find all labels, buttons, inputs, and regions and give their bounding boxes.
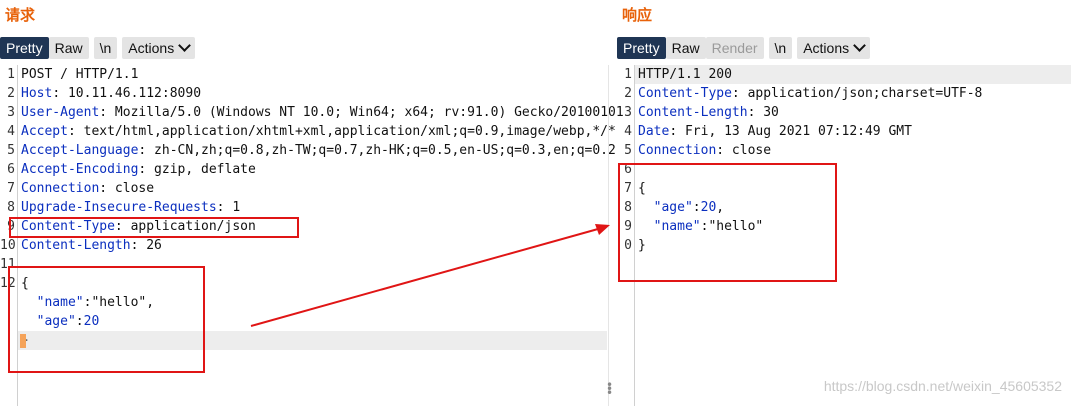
response-actions-label: Actions — [803, 40, 850, 56]
line-number: 3 — [624, 105, 632, 120]
code-line: 5 Accept-Language: zh-CN,zh;q=0.8,zh-TW;q… — [0, 141, 616, 160]
response-tab-pretty[interactable]: Pretty — [617, 37, 666, 59]
code-line: 2 Content-Type: application/json;charset=… — [617, 84, 1071, 103]
line-content: User-Agent: Mozilla/5.0 (Windows NT 10.0… — [21, 103, 624, 122]
line-content: Upgrade-Insecure-Requests: 1 — [21, 198, 240, 217]
header-name: User-Agent — [21, 105, 100, 120]
line-text: : Mozilla/5.0 (Windows NT 10.0; Win64; x… — [99, 105, 624, 120]
line-content: Content-Length: 30 — [638, 103, 779, 122]
line-number: 2 — [624, 86, 632, 101]
line-number: 10 — [0, 238, 16, 253]
line-content: Connection: close — [21, 179, 154, 198]
line-content: Accept: text/html,application/xhtml+xml,… — [21, 122, 616, 141]
line-text: : 26 — [130, 238, 162, 253]
line-content: Content-Type: application/json;charset=U… — [638, 84, 982, 103]
annotation-box-content-type — [9, 217, 299, 238]
more-vertical-icon[interactable]: • • • — [606, 379, 613, 399]
request-actions-label: Actions — [128, 40, 175, 56]
line-number: 7 — [7, 181, 15, 196]
line-text: : application/json;charset=UTF-8 — [731, 86, 983, 101]
request-title: 请求 — [5, 6, 36, 24]
code-line: 7 Connection: close — [0, 179, 607, 198]
line-text: : zh-CN,zh;q=0.8,zh-TW;q=0.7,zh-HK;q=0.5… — [138, 143, 616, 158]
header-name: Accept — [21, 124, 68, 139]
line-content: Content-Length: 26 — [21, 236, 162, 255]
response-title: 响应 — [622, 6, 653, 24]
line-number: 4 — [624, 124, 632, 139]
line-number: 8 — [7, 200, 15, 215]
request-actions-button[interactable]: Actions — [122, 37, 196, 59]
code-line: 3 User-Agent: Mozilla/5.0 (Windows NT 10.… — [0, 103, 624, 122]
code-line: 10 Content-Length: 26 — [0, 236, 607, 255]
line-number: 1 — [624, 67, 632, 82]
line-content: Host: 10.11.46.112:8090 — [21, 84, 201, 103]
line-text: : 10.11.46.112:8090 — [52, 86, 202, 101]
response-tab-raw[interactable]: Raw — [665, 37, 706, 59]
line-text: : 30 — [747, 105, 779, 120]
header-name: Connection — [638, 143, 717, 158]
code-line: 5 Connection: close — [617, 141, 1071, 160]
line-text: : close — [99, 181, 155, 196]
code-line: 4 Date: Fri, 13 Aug 2021 07:12:49 GMT — [617, 122, 1071, 141]
code-line: 1 HTTP/1.1 200 — [617, 65, 1071, 84]
request-newline-toggle[interactable]: \n — [93, 37, 118, 59]
line-text: HTTP/1.1 200 — [638, 67, 732, 82]
annotation-box-response-body — [618, 163, 837, 282]
code-line: 6 Accept-Encoding: gzip, deflate — [0, 160, 607, 179]
request-toolbar: Pretty Raw \n Actions — [0, 36, 196, 60]
header-name: Content-Type — [638, 86, 732, 101]
chevron-down-icon — [853, 39, 866, 52]
line-number: 3 — [7, 105, 15, 120]
line-number: 5 — [7, 143, 15, 158]
request-tab-pretty[interactable]: Pretty — [0, 37, 49, 59]
line-content: Accept-Encoding: gzip, deflate — [21, 160, 256, 179]
line-number: 6 — [7, 162, 15, 177]
response-toolbar: Pretty Raw Render \n Actions — [617, 36, 871, 60]
chevron-down-icon — [178, 39, 192, 52]
header-name: Content-Length — [638, 105, 748, 120]
response-actions-button[interactable]: Actions — [797, 37, 871, 59]
header-name: Upgrade-Insecure-Requests — [21, 200, 217, 215]
response-newline-toggle[interactable]: \n — [768, 37, 793, 59]
line-content: POST / HTTP/1.1 — [21, 65, 138, 84]
line-number: 4 — [7, 124, 15, 139]
header-name: Content-Length — [21, 238, 131, 253]
line-text: : text/html,application/xhtml+xml,applic… — [67, 124, 616, 139]
line-content: Accept-Language: zh-CN,zh;q=0.8,zh-TW;q=… — [21, 141, 616, 160]
annotation-box-request-body — [8, 266, 205, 373]
header-name: Date — [638, 124, 670, 139]
header-name: Accept-Encoding — [21, 162, 139, 177]
code-line: 2 Host: 10.11.46.112:8090 — [0, 84, 607, 103]
code-line: 8 Upgrade-Insecure-Requests: 1 — [0, 198, 607, 217]
line-text: : close — [716, 143, 772, 158]
line-number: 1 — [7, 67, 15, 82]
line-text: : 1 — [216, 200, 241, 215]
header-name: Accept-Language — [21, 143, 139, 158]
request-tab-raw[interactable]: Raw — [48, 37, 89, 59]
line-content: Date: Fri, 13 Aug 2021 07:12:49 GMT — [638, 122, 912, 141]
line-content: Connection: close — [638, 141, 771, 160]
watermark: https://blog.csdn.net/weixin_45605352 — [823, 378, 1062, 394]
line-text: : Fri, 13 Aug 2021 07:12:49 GMT — [669, 124, 912, 139]
line-text: POST / HTTP/1.1 — [21, 67, 139, 82]
line-text: : gzip, deflate — [138, 162, 256, 177]
line-content: HTTP/1.1 200 — [638, 65, 732, 84]
header-name: Connection — [21, 181, 100, 196]
response-tab-render[interactable]: Render — [705, 37, 764, 59]
code-line: 1 POST / HTTP/1.1 — [0, 65, 607, 84]
code-line: 4 Accept: text/html,application/xhtml+xml… — [0, 122, 616, 141]
code-line: 3 Content-Length: 30 — [617, 103, 1071, 122]
header-name: Host — [21, 86, 53, 101]
pane-divider — [608, 65, 609, 406]
line-number: 2 — [7, 86, 15, 101]
line-number: 5 — [624, 143, 632, 158]
